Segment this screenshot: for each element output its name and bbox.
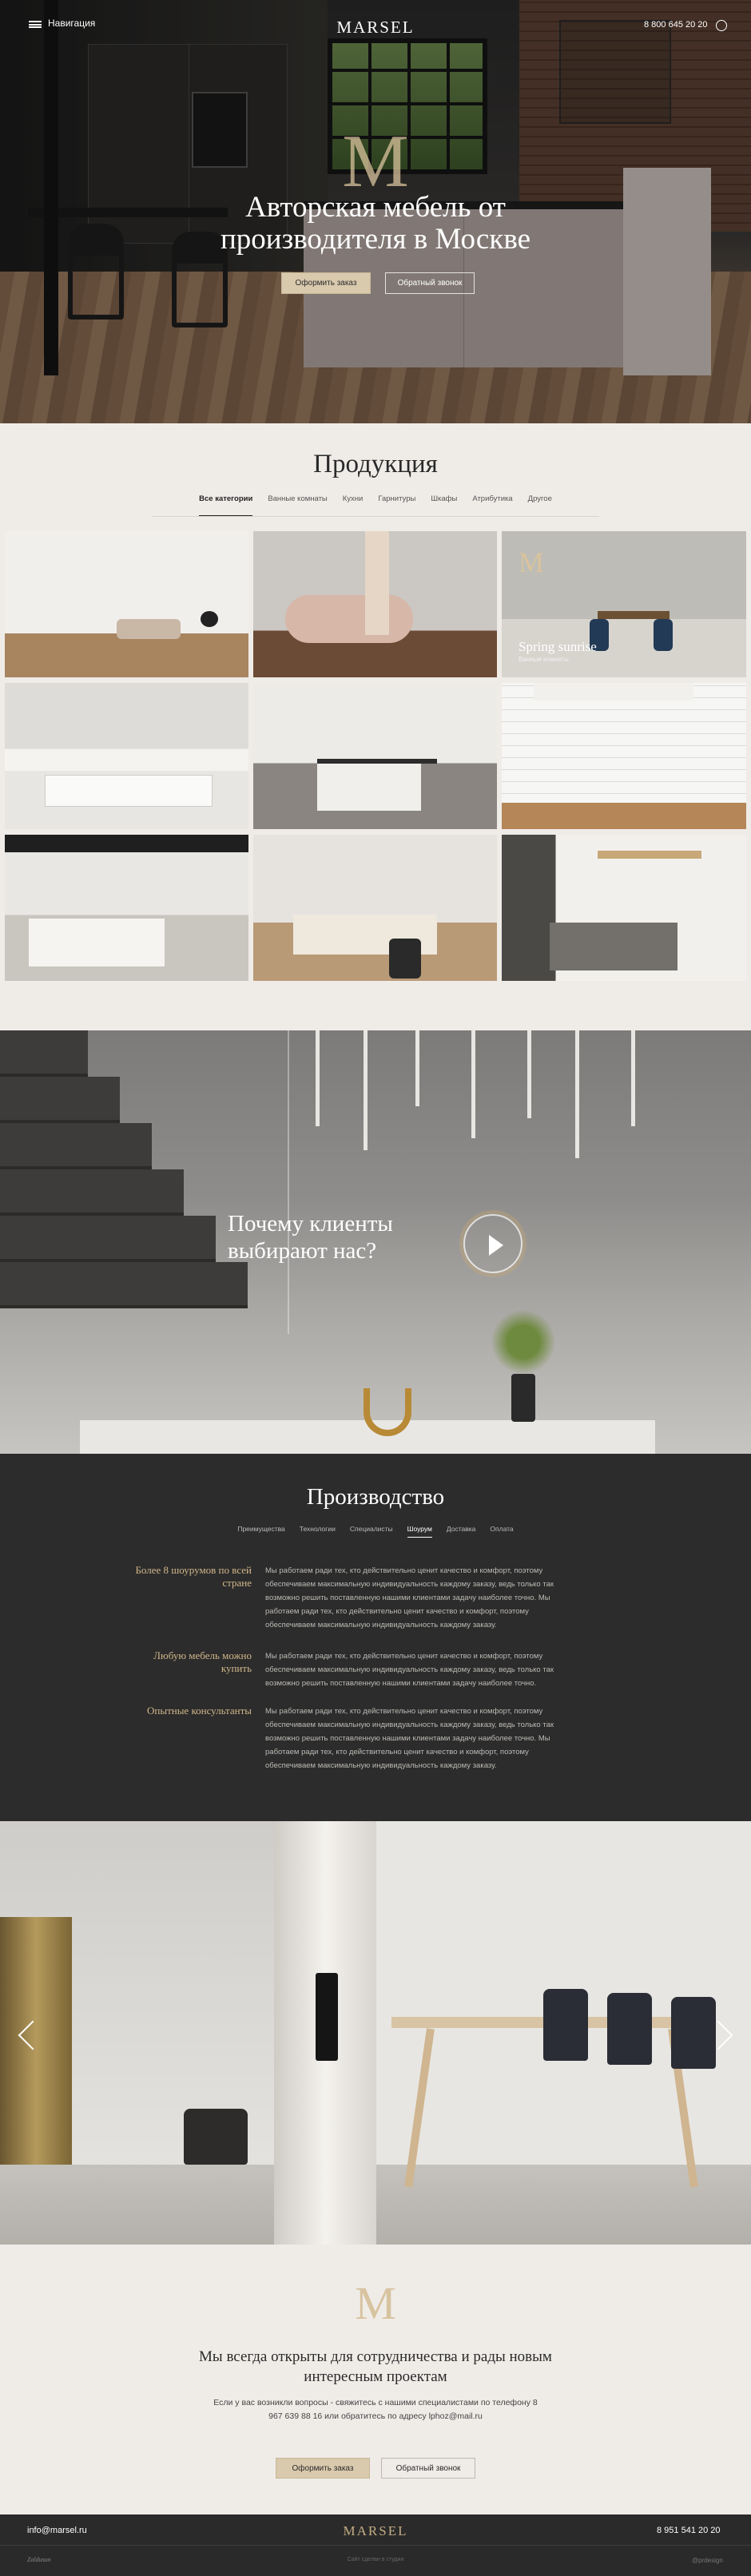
row-heading: Опытные консультанты <box>146 1705 252 1717</box>
tile-category: Ванные комнаты <box>519 656 569 663</box>
menu-icon[interactable] <box>29 21 42 28</box>
filter-wardrobes[interactable]: Шкафы <box>431 493 457 516</box>
footer-phone[interactable]: 8 951 541 20 20 <box>657 2526 721 2535</box>
row-heading: Любую мебель можно купить <box>153 1649 252 1674</box>
brass-vase-image <box>364 1388 411 1436</box>
filter-kitchens[interactable]: Кухни <box>343 493 364 516</box>
filter-sets[interactable]: Гарнитуры <box>378 493 415 516</box>
footer-studio[interactable]: @prdesign <box>692 2557 723 2564</box>
filter-other[interactable]: Другое <box>528 493 552 516</box>
tab-delivery[interactable]: Доставка <box>447 1525 476 1538</box>
tile-name: Spring sunrise <box>519 639 597 654</box>
footer: info@marsel.ru MARSEL 8 951 541 20 20 Za… <box>0 2514 751 2576</box>
production-title: Производство <box>306 1484 445 1510</box>
row-text: Мы работаем ради тех, кто действительно … <box>265 1652 554 1688</box>
row-text: Мы работаем ради тех, кто действительно … <box>265 1566 554 1629</box>
product-tile[interactable] <box>253 683 497 829</box>
row-heading: Более 8 шоурумов по всей стране <box>135 1564 252 1589</box>
product-tile[interactable] <box>5 531 248 677</box>
filter-bathrooms[interactable]: Ванные комнаты <box>268 493 327 516</box>
footer-logo[interactable]: MARSEL <box>336 2523 415 2539</box>
gallery-slider <box>0 1821 751 2245</box>
why-section: Почему клиенты выбирают нас? <box>0 1030 751 1454</box>
contact-callback-button[interactable]: Обратный звонок <box>381 2458 475 2479</box>
top-navigation-bar: Навигация MARSEL 8 800 645 20 20 <box>0 0 751 53</box>
footer-credit[interactable]: Сайт сделан в студии <box>344 2557 407 2562</box>
lounge-chair <box>184 2109 248 2165</box>
product-tile[interactable] <box>253 531 497 677</box>
products-title: Продукция <box>313 450 438 478</box>
tab-showroom[interactable]: Шоурум <box>407 1525 432 1538</box>
row-text: Мы работаем ради тех, кто действительно … <box>265 1707 554 1770</box>
brass-wall <box>0 1917 72 2197</box>
staircase <box>0 1030 256 1310</box>
vase-image <box>511 1374 535 1422</box>
tab-technologies[interactable]: Технологии <box>300 1525 336 1538</box>
product-tile[interactable] <box>502 683 746 829</box>
office-chair <box>607 1993 652 2065</box>
product-tile-featured[interactable]: M Spring sunrise Ванные комнаты <box>502 531 746 677</box>
contact-monogram: M <box>355 2277 396 2329</box>
product-filters: Все категории Ванные комнаты Кухни Гарни… <box>152 493 599 517</box>
product-grid: M Spring sunrise Ванные комнаты <box>5 531 746 981</box>
production-section: Производство Преимущества Технологии Спе… <box>0 1454 751 1821</box>
why-title: Почему клиенты выбирают нас? <box>228 1211 393 1264</box>
footer-email[interactable]: info@marsel.ru <box>27 2526 87 2535</box>
footer-signature: Zaldusun <box>27 2556 51 2563</box>
product-tile[interactable] <box>502 835 746 981</box>
contact-section: M Мы всегда открыты для сотрудничества и… <box>0 2245 751 2512</box>
wall-lamp <box>316 1973 338 2061</box>
header-phone[interactable]: 8 800 645 20 20 <box>644 20 708 30</box>
navigation-label[interactable]: Навигация <box>48 18 95 29</box>
filter-accessories[interactable]: Атрибутика <box>472 493 512 516</box>
product-tile[interactable] <box>253 835 497 981</box>
contact-title: Мы всегда открыты для сотрудничества и р… <box>199 2348 552 2385</box>
play-icon <box>489 1235 503 1256</box>
contact-order-button[interactable]: Оформить заказ <box>276 2458 370 2479</box>
video-play-button[interactable] <box>463 1214 523 1273</box>
hero-callback-button[interactable]: Обратный звонок <box>385 272 475 294</box>
phone-icon[interactable] <box>716 20 727 31</box>
site-logo[interactable]: MARSEL <box>336 18 415 38</box>
product-tile[interactable] <box>5 835 248 981</box>
office-chair <box>543 1989 588 2061</box>
tab-payment[interactable]: Оплата <box>490 1525 513 1538</box>
plant-image <box>487 1302 559 1382</box>
tab-specialists[interactable]: Специалисты <box>350 1525 393 1538</box>
hero-section: M Авторская мебель от производителя в Мо… <box>0 0 751 423</box>
tab-advantages[interactable]: Преимущества <box>237 1525 284 1538</box>
hero-order-button[interactable]: Оформить заказ <box>281 272 371 294</box>
glass-railing <box>288 1030 751 1334</box>
tile-monogram: M <box>519 546 545 578</box>
production-tabs: Преимущества Технологии Специалисты Шоур… <box>224 1525 527 1538</box>
filter-all[interactable]: Все категории <box>199 493 253 516</box>
footer-divider <box>0 2545 751 2546</box>
contact-text: Если у вас возникли вопросы - свяжитесь … <box>213 2398 538 2421</box>
product-tile[interactable] <box>5 683 248 829</box>
hero-title: Авторская мебель от производителя в Моск… <box>220 191 530 256</box>
